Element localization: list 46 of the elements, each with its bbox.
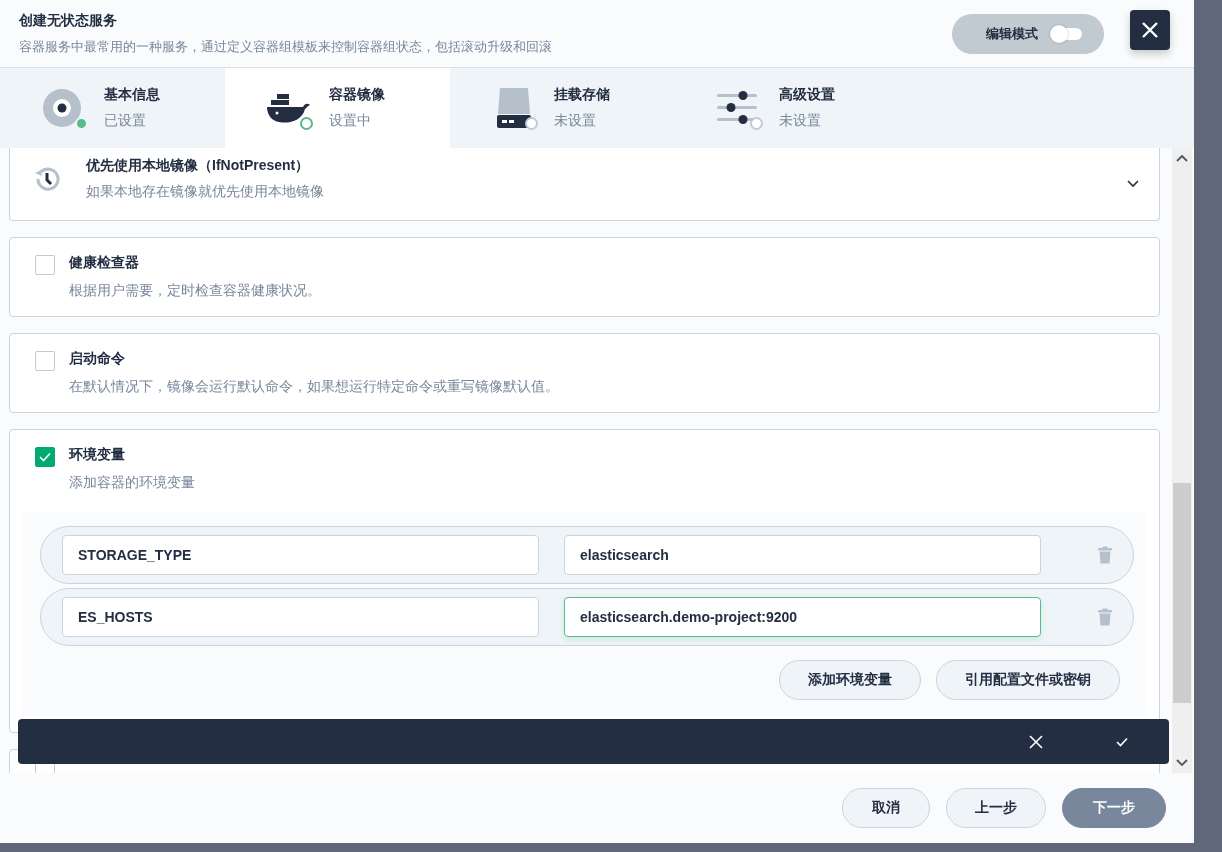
footer-button[interactable]: 上一步 <box>946 788 1046 828</box>
name-field[interactable]: STORAGE_TYPE <box>62 535 539 575</box>
option-title: 健康检查器 <box>69 254 140 272</box>
chevron-icon[interactable] <box>1127 180 1139 188</box>
value-field[interactable]: elasticsearch <box>564 535 1041 575</box>
option-description: 如果本地存在镜像就优先使用本地镜像 <box>86 183 325 201</box>
pull-policy-card[interactable]: 优先使用本地镜像（IfNotPresent） 如果本地存在镜像就优先使用本地镜像 <box>9 148 1160 221</box>
action-button[interactable]: 引用配置文件或密钥 <box>936 660 1120 700</box>
step-title: 基本信息 <box>104 86 160 104</box>
checkbox[interactable] <box>35 255 55 275</box>
action-button[interactable]: 添加环境变量 <box>779 660 921 700</box>
drive-icon <box>494 86 534 130</box>
close-icon <box>1141 20 1159 39</box>
option-title: 启动命令 <box>69 350 126 368</box>
step-tab[interactable]: 高级设置 未设置 <box>675 68 900 148</box>
dialog-subtitle: 容器服务中最常用的一种服务，通过定义容器组模板来控制容器组状态，包括滚动升级和回滚 <box>19 37 553 56</box>
step-tab[interactable]: 容器镜像 设置中 <box>225 68 450 148</box>
step-title: 容器镜像 <box>329 86 385 104</box>
step-status: 设置中 <box>329 112 372 130</box>
option-description: 根据用户需要，定时检查容器健康状况。 <box>69 282 321 300</box>
scrollbar[interactable] <box>1172 148 1192 773</box>
scroll-down-icon[interactable] <box>1176 759 1188 767</box>
footer-button[interactable]: 取消 <box>842 788 930 828</box>
close-button[interactable] <box>1130 9 1170 50</box>
check-icon <box>38 450 52 464</box>
step-title: 挂载存储 <box>554 86 610 104</box>
option-description: 添加容器的环境变量 <box>69 474 195 492</box>
value-field[interactable]: elasticsearch.demo-project:9200 <box>564 597 1041 637</box>
name-field[interactable]: ES_HOSTS <box>62 597 539 637</box>
dialog-title: 创建无状态服务 <box>19 11 118 30</box>
checkbox[interactable] <box>35 351 55 371</box>
step-status: 未设置 <box>779 112 822 130</box>
footer-button[interactable]: 下一步 <box>1062 788 1166 828</box>
step-status: 未设置 <box>554 112 597 130</box>
edit-mode-toggle[interactable]: 编辑模式 <box>952 13 1104 54</box>
checkbox[interactable] <box>35 447 55 467</box>
scroll-up-icon[interactable] <box>1176 154 1188 162</box>
disc-icon <box>42 88 82 128</box>
close-icon[interactable] <box>1029 734 1043 749</box>
option-title: 环境变量 <box>69 446 126 464</box>
step-tab[interactable]: 基本信息 已设置 <box>0 68 225 148</box>
option-description: 在默认情况下，镜像会运行默认命令，如果想运行特定命令或重写镜像默认值。 <box>69 378 559 396</box>
step-title: 高级设置 <box>779 86 835 104</box>
step-tab[interactable]: 挂载存储 未设置 <box>450 68 675 148</box>
option-title: 优先使用本地镜像（IfNotPresent） <box>86 157 311 175</box>
step-status: 已设置 <box>104 112 147 130</box>
